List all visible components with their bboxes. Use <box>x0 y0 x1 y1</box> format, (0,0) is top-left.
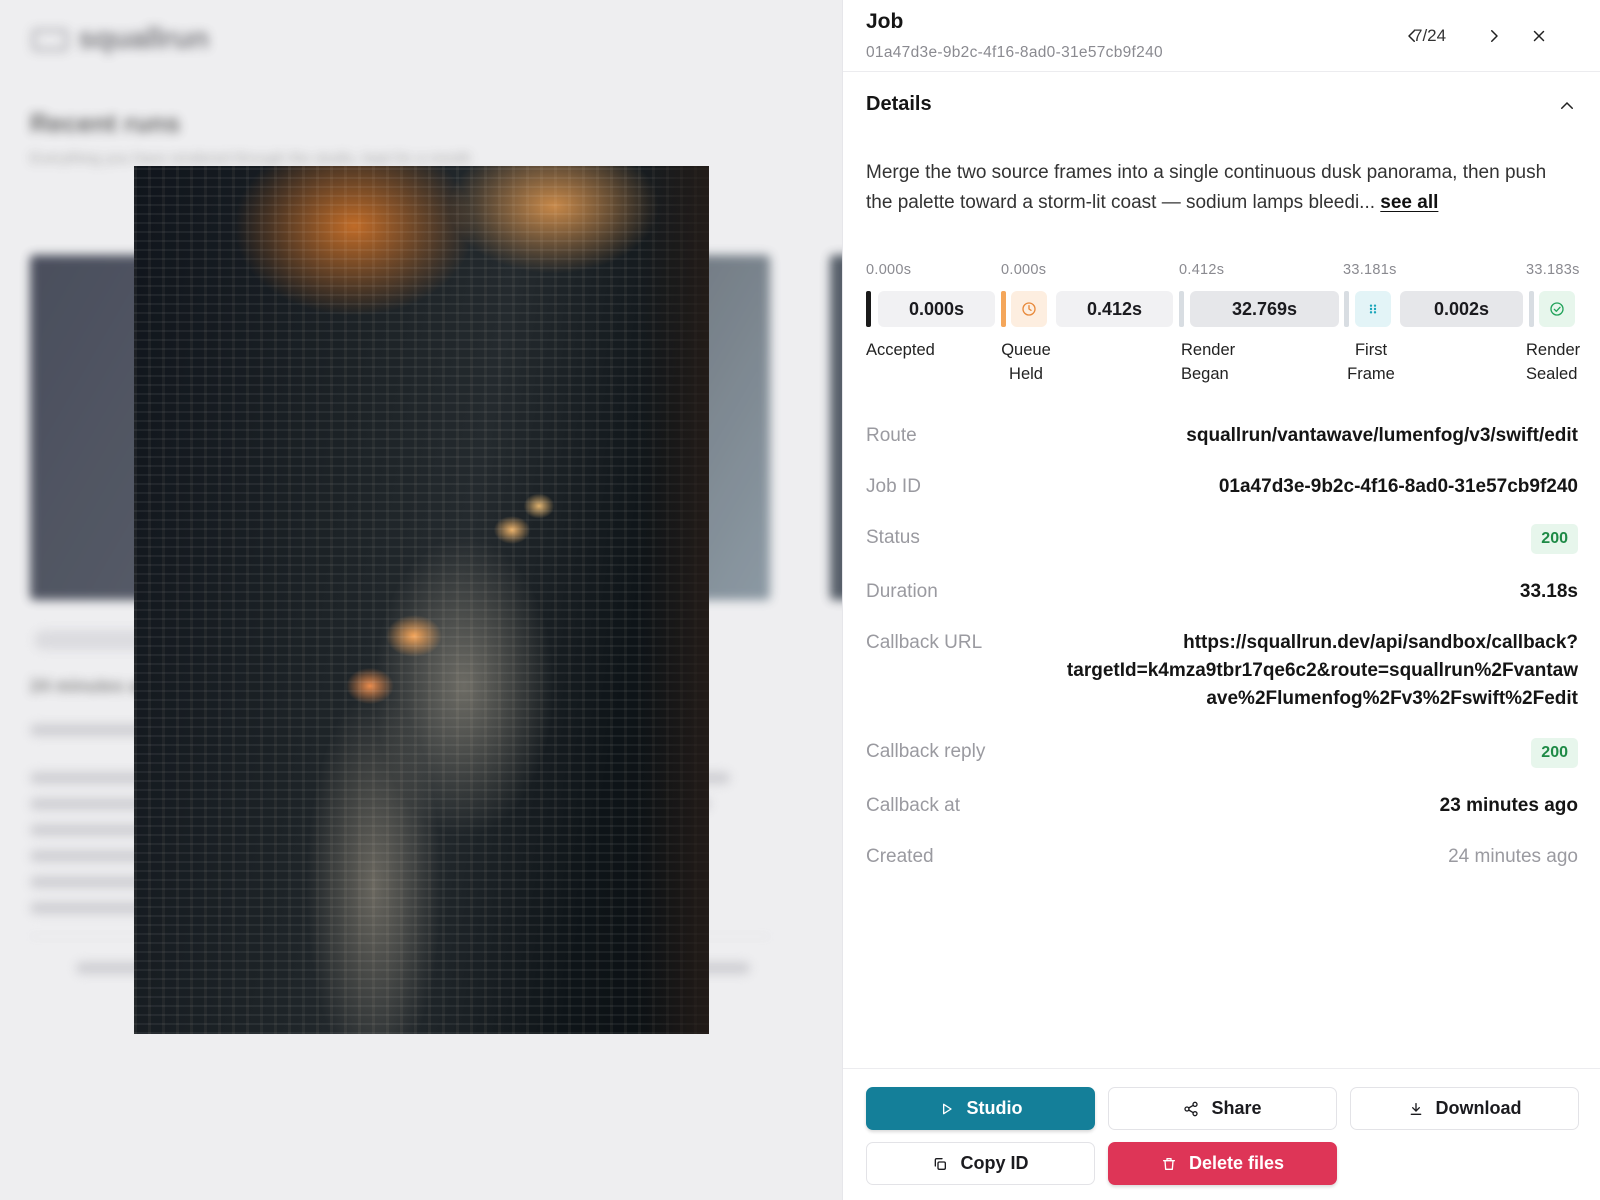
job-details-panel: Job 01a47d3e-9b2c-4f16-8ad0-31e57cb9f240… <box>842 0 1600 1200</box>
callback-url-label: Callback URL <box>866 632 983 653</box>
panel-header: Job 01a47d3e-9b2c-4f16-8ad0-31e57cb9f240… <box>843 0 1600 72</box>
render-sealed-indicator <box>1539 291 1575 327</box>
copy-id-button[interactable]: Copy ID <box>866 1142 1095 1185</box>
timeline-time: 33.183s <box>1526 262 1580 278</box>
collapse-details-button[interactable] <box>1551 90 1583 122</box>
route-value: squallrun/vantawave/lumenfog/v3/swift/ed… <box>1186 425 1578 446</box>
stage-label-render-sealed: Render Sealed <box>1526 341 1581 383</box>
queue-marker <box>1001 291 1006 327</box>
copy-icon <box>935 1157 947 1170</box>
stage-label-accepted: Accepted <box>866 341 935 359</box>
duration-value: 33.18s <box>1519 581 1578 602</box>
render-marker <box>1179 291 1184 327</box>
clock-icon <box>1022 302 1036 316</box>
panel-title: Job <box>866 10 904 33</box>
created-value: 24 minutes ago <box>1448 846 1578 867</box>
background-heading: Recent runs <box>30 108 181 138</box>
close-panel-button[interactable] <box>1523 20 1555 52</box>
timeline-duration: 0.002s <box>1400 291 1523 327</box>
download-button[interactable]: Download <box>1350 1087 1579 1130</box>
panel-footer: Studio Share Download Copy ID Delete fil… <box>843 1068 1600 1200</box>
job-output-image <box>134 166 709 1034</box>
first-frame-marker <box>1344 291 1349 327</box>
status-label: Status <box>866 527 920 548</box>
timeline-time: 33.181s <box>1343 262 1397 278</box>
stage-label-render-began: Render Began <box>1181 341 1236 383</box>
job-prompt: Merge the two source frames into a singl… <box>866 158 1566 218</box>
duration-label: Duration <box>866 581 938 602</box>
background-subheading: Everything you have rendered through the… <box>30 150 472 167</box>
timeline-time: 0.000s <box>866 262 912 278</box>
see-all-link[interactable]: see all <box>1380 192 1438 213</box>
prompt-text: Merge the two source frames into a singl… <box>866 162 1547 213</box>
trash-icon <box>1162 1157 1175 1170</box>
queue-held-indicator <box>1011 291 1047 327</box>
timeline-duration: 32.769s <box>1190 291 1339 327</box>
share-icon <box>1184 1101 1199 1116</box>
sealed-marker <box>1529 291 1534 327</box>
created-label: Created <box>866 846 934 867</box>
job-id-label: Job ID <box>866 476 921 497</box>
check-circle-icon <box>1550 302 1564 316</box>
close-icon <box>1533 30 1545 42</box>
job-pager: 7/24 <box>1413 26 1447 45</box>
download-icon <box>1410 1102 1421 1115</box>
chevron-right-icon <box>1491 30 1498 42</box>
share-button[interactable]: Share <box>1108 1087 1337 1130</box>
background-run-card <box>830 255 842 600</box>
play-icon <box>942 1103 952 1114</box>
timeline-time: 0.412s <box>1179 262 1225 278</box>
callback-at-label: Callback at <box>866 795 960 816</box>
timeline-duration: 0.412s <box>1056 291 1173 327</box>
delete-files-button[interactable]: Delete files <box>1108 1142 1337 1185</box>
timeline-duration: 0.000s <box>878 291 995 327</box>
details-section-title: Details <box>866 93 932 115</box>
callback-reply-label: Callback reply <box>866 741 986 762</box>
stage-label-first-frame: First Frame <box>1347 341 1395 383</box>
panel-job-id: 01a47d3e-9b2c-4f16-8ad0-31e57cb9f240 <box>866 44 1163 61</box>
timeline-time: 0.000s <box>1001 262 1047 278</box>
app-logo: squallrun <box>32 22 209 56</box>
next-job-button[interactable] <box>1478 20 1510 52</box>
accepted-marker <box>866 291 871 327</box>
job-id-value: 01a47d3e-9b2c-4f16-8ad0-31e57cb9f240 <box>1218 476 1578 497</box>
logo-mark-icon <box>32 29 68 52</box>
route-label: Route <box>866 425 917 446</box>
chevron-up-icon <box>1561 101 1573 109</box>
grid-dots-icon <box>1369 304 1377 314</box>
callback-reply-badge: 200 <box>1531 738 1578 768</box>
first-frame-indicator <box>1355 291 1391 327</box>
studio-button[interactable]: Studio <box>866 1087 1095 1130</box>
status-badge: 200 <box>1531 524 1578 554</box>
stage-label-queue-held: Queue Held <box>1001 341 1051 383</box>
callback-url-value: https://squallrun.dev/api/sandbox/callba… <box>1066 632 1578 709</box>
callback-at-value: 23 minutes ago <box>1439 795 1578 816</box>
